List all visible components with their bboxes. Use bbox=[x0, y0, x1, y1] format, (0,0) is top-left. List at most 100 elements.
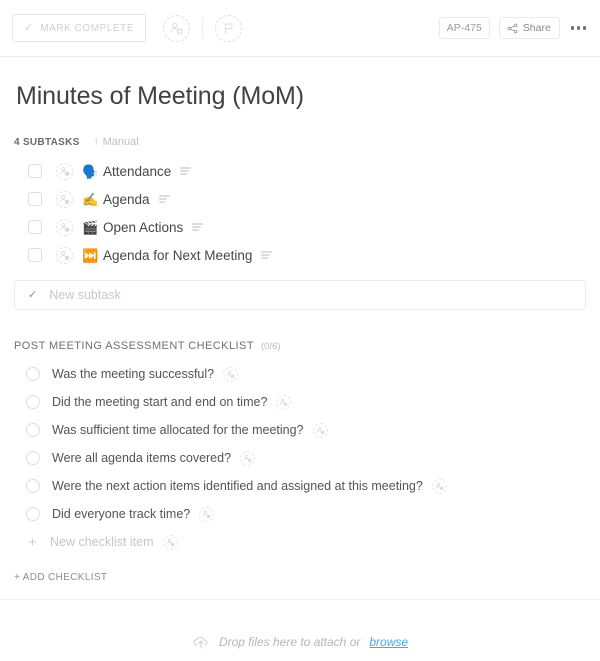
mark-complete-button[interactable]: ✓ MARK COMPLETE bbox=[12, 14, 147, 42]
checklist-item-label: Did the meeting start and end on time? bbox=[52, 395, 268, 409]
page-title[interactable]: Minutes of Meeting (MoM) bbox=[0, 57, 600, 111]
checklist-item-label: Were the next action items identified an… bbox=[52, 479, 423, 493]
share-label: Share bbox=[522, 22, 551, 34]
subtask-checkbox[interactable] bbox=[28, 248, 42, 262]
subtask-row[interactable]: ✍️ Agenda bbox=[0, 185, 600, 213]
add-assignee-icon bbox=[60, 250, 70, 260]
checklist-checkbox[interactable] bbox=[26, 479, 40, 493]
subtask-row[interactable]: ⏭️ Agenda for Next Meeting bbox=[0, 241, 600, 269]
subtask-row[interactable]: 🗣️ Attendance bbox=[0, 157, 600, 185]
assignee-placeholder-icon[interactable] bbox=[199, 506, 215, 522]
attachment-dropzone[interactable]: Drop files here to attach or browse bbox=[0, 622, 600, 661]
add-assignee-icon bbox=[243, 454, 252, 462]
toolbar-divider bbox=[202, 18, 204, 38]
checklist-item[interactable]: Was the meeting successful? bbox=[0, 360, 600, 388]
assignee-placeholder-icon[interactable] bbox=[276, 394, 292, 410]
add-assignee-icon bbox=[280, 398, 288, 406]
flag-icon bbox=[224, 22, 233, 34]
checklist-checkbox[interactable] bbox=[26, 451, 40, 465]
checklist-item[interactable]: Did the meeting start and end on time? bbox=[0, 388, 600, 416]
add-assignee-icon bbox=[170, 22, 184, 35]
description-icon[interactable] bbox=[261, 251, 273, 259]
add-assignee-icon bbox=[60, 194, 70, 204]
browse-link[interactable]: browse bbox=[369, 635, 408, 649]
new-checklist-item-input[interactable]: + New checklist item bbox=[0, 528, 600, 556]
dropzone-text: Drop files here to attach or bbox=[218, 634, 361, 649]
description-icon[interactable] bbox=[192, 223, 204, 231]
assignee-placeholder-icon[interactable] bbox=[431, 478, 447, 494]
add-assignee-icon bbox=[60, 166, 70, 176]
add-assignee-icon bbox=[60, 222, 70, 232]
subtask-count-label: 4 SUBTASKS bbox=[14, 136, 80, 148]
ellipsis-icon-dot bbox=[582, 26, 586, 30]
upload-cloud-icon bbox=[193, 636, 208, 648]
checklist-checkbox[interactable] bbox=[26, 395, 40, 409]
subtask-name: Agenda for Next Meeting bbox=[103, 247, 253, 263]
checklist-progress: (0/6) bbox=[261, 341, 281, 352]
checklist-item[interactable]: Were the next action items identified an… bbox=[0, 472, 600, 500]
share-button[interactable]: Share bbox=[498, 17, 560, 39]
ellipsis-icon-dot bbox=[570, 26, 575, 30]
subtask-checkbox[interactable] bbox=[28, 192, 42, 206]
checklist-checkbox[interactable] bbox=[26, 367, 40, 381]
description-icon[interactable] bbox=[158, 195, 170, 203]
checklist-item-label: Was the meeting successful? bbox=[52, 367, 215, 381]
ellipsis-icon-dot bbox=[576, 26, 581, 30]
checklist-item-list: Was the meeting successful? Did the meeti… bbox=[0, 360, 600, 528]
checklist-checkbox[interactable] bbox=[26, 507, 40, 521]
subtask-sort-label: Manual bbox=[102, 136, 139, 148]
add-assignee-icon bbox=[166, 538, 174, 546]
assignee-placeholder-icon[interactable] bbox=[56, 162, 73, 180]
assignee-placeholder-icon[interactable] bbox=[56, 190, 73, 208]
priority-flag-button[interactable] bbox=[215, 14, 243, 42]
add-checklist-button[interactable]: + ADD CHECKLIST bbox=[0, 556, 107, 583]
subtask-sort-control[interactable]: ↑ Manual bbox=[94, 136, 139, 148]
clapper-board-emoji: 🎬 bbox=[82, 219, 99, 235]
check-icon: ✓ bbox=[28, 288, 38, 301]
add-assignee-button[interactable] bbox=[163, 14, 191, 42]
new-checklist-item-placeholder: New checklist item bbox=[50, 535, 154, 549]
subtasks-header: 4 SUBTASKS ↑ Manual bbox=[0, 111, 600, 148]
checklist-item-label: Were all agenda items covered? bbox=[52, 451, 232, 465]
checklist-item-label: Was sufficient time allocated for the me… bbox=[52, 423, 304, 437]
subtask-checkbox[interactable] bbox=[28, 164, 42, 178]
assignee-placeholder-icon[interactable] bbox=[240, 450, 256, 466]
subtask-name: Attendance bbox=[103, 163, 172, 179]
add-assignee-icon bbox=[226, 370, 235, 378]
new-subtask-placeholder: New subtask bbox=[49, 288, 121, 302]
assignee-placeholder-icon[interactable] bbox=[162, 534, 178, 550]
next-track-emoji: ⏭️ bbox=[82, 247, 99, 263]
speaking-head-emoji: 🗣️ bbox=[82, 163, 99, 179]
subtask-row[interactable]: 🎬 Open Actions bbox=[0, 213, 600, 241]
add-assignee-icon bbox=[435, 482, 444, 490]
subtask-list: 🗣️ Attendance ✍️ Agenda 🎬 Open Actions ⏭️ Agend… bbox=[0, 157, 600, 269]
add-assignee-icon bbox=[316, 426, 324, 434]
assignee-placeholder-icon[interactable] bbox=[56, 246, 73, 264]
section-divider bbox=[0, 599, 600, 600]
writing-hand-emoji: ✍️ bbox=[82, 191, 99, 207]
checklist-item-label: Did everyone track time? bbox=[52, 507, 191, 521]
assignee-placeholder-icon[interactable] bbox=[312, 422, 328, 438]
checklist-checkbox[interactable] bbox=[26, 423, 40, 437]
share-icon bbox=[507, 23, 518, 33]
toolbar-assign-group bbox=[163, 14, 243, 42]
check-icon: ✓ bbox=[24, 21, 34, 34]
more-options-button[interactable] bbox=[570, 26, 586, 30]
task-toolbar: ✓ MARK COMPLETE AP-475 Share bbox=[0, 0, 600, 57]
subtask-checkbox[interactable] bbox=[28, 220, 42, 234]
checklist-item[interactable]: Did everyone track time? bbox=[0, 500, 600, 528]
add-assignee-icon bbox=[203, 510, 211, 518]
description-icon[interactable] bbox=[180, 167, 192, 175]
mark-complete-label: MARK COMPLETE bbox=[40, 22, 135, 34]
subtask-name: Open Actions bbox=[103, 219, 184, 235]
checklist-title: POST MEETING ASSESSMENT CHECKLIST bbox=[14, 340, 254, 352]
sort-ascending-icon: ↑ bbox=[93, 136, 99, 147]
plus-icon: + bbox=[28, 533, 37, 551]
subtask-name: Agenda bbox=[103, 191, 150, 207]
checklist-item[interactable]: Were all agenda items covered? bbox=[0, 444, 600, 472]
checklist-item[interactable]: Was sufficient time allocated for the me… bbox=[0, 416, 600, 444]
task-id-badge[interactable]: AP-475 bbox=[438, 17, 490, 39]
new-subtask-input[interactable]: ✓ New subtask bbox=[14, 280, 586, 310]
assignee-placeholder-icon[interactable] bbox=[56, 218, 73, 236]
assignee-placeholder-icon[interactable] bbox=[223, 366, 239, 382]
